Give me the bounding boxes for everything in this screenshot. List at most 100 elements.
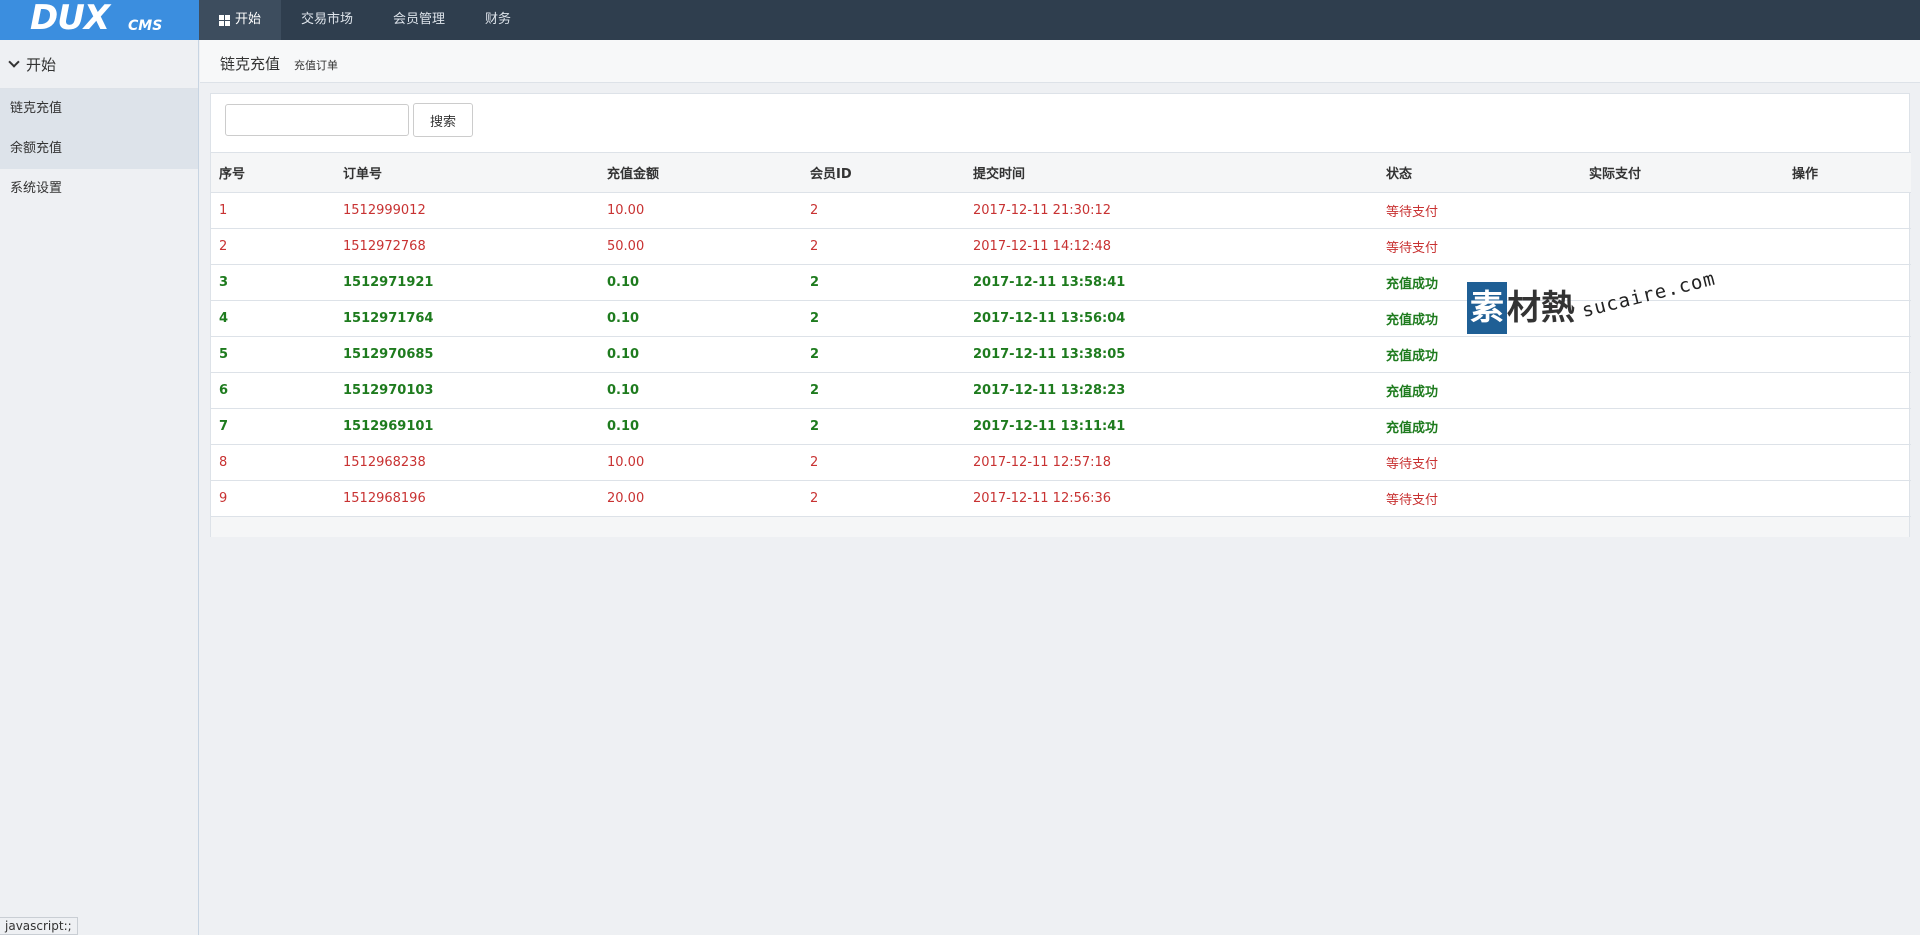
cell-submit-time: 2017-12-11 14:12:48 [965, 228, 1378, 265]
cell-actions [1784, 228, 1911, 265]
sidebar-heading[interactable]: 开始 [0, 40, 198, 89]
page-title: 链克充值 [220, 55, 281, 73]
search-button[interactable]: 搜索 [413, 103, 473, 137]
cell-member-id: 2 [802, 300, 965, 337]
cell-submit-time: 2017-12-11 12:56:36 [965, 480, 1378, 517]
sidebar-item-system-settings[interactable]: 系统设置 [0, 169, 198, 209]
sidebar-item-link-recharge[interactable]: 链克充值 [0, 89, 198, 129]
page-subtitle: 充值订单 [294, 59, 339, 72]
cell-index: 5 [211, 336, 335, 373]
cell-actions [1784, 444, 1911, 481]
table-row: 8 1512968238 10.00 2 2017-12-11 12:57:18… [211, 444, 1911, 481]
cell-member-id: 2 [802, 228, 965, 265]
nav-item-label: 交易市场 [301, 12, 354, 27]
sidebar-item-label: 链克充值 [10, 101, 63, 116]
column-header-status: 状态 [1378, 152, 1581, 193]
cell-order-no: 1512972768 [335, 228, 599, 265]
nav-item-members[interactable]: 会员管理 [373, 0, 465, 40]
cell-actual-paid [1581, 228, 1784, 265]
cell-status: 充值成功 [1378, 408, 1581, 445]
logo-subtext: CMS [128, 18, 163, 34]
cell-index: 4 [211, 300, 335, 337]
table-body: 1 1512999012 10.00 2 2017-12-11 21:30:12… [211, 192, 1911, 517]
nav-item-label: 开始 [235, 12, 262, 27]
watermark-text: 材熱 [1507, 288, 1575, 328]
cell-submit-time: 2017-12-11 13:28:23 [965, 372, 1378, 409]
cell-member-id: 2 [802, 336, 965, 373]
cell-actions [1784, 336, 1911, 373]
cell-amount: 10.00 [599, 192, 802, 229]
cell-submit-time: 2017-12-11 13:38:05 [965, 336, 1378, 373]
cell-submit-time: 2017-12-11 12:57:18 [965, 444, 1378, 481]
cell-actual-paid [1581, 372, 1784, 409]
cell-actions [1784, 264, 1911, 301]
cell-amount: 0.10 [599, 336, 802, 373]
cell-order-no: 1512971764 [335, 300, 599, 337]
column-header-order-no: 订单号 [335, 152, 599, 193]
table-row: 7 1512969101 0.10 2 2017-12-11 13:11:41 … [211, 408, 1911, 445]
browser-status-bar: javascript:; [0, 917, 78, 935]
watermark: 素 材熱 sucaire.com [1467, 268, 1727, 352]
cell-amount: 0.10 [599, 300, 802, 337]
cell-amount: 10.00 [599, 444, 802, 481]
table-footer [211, 517, 1909, 537]
nav-item-market[interactable]: 交易市场 [281, 0, 373, 40]
cell-index: 6 [211, 372, 335, 409]
cell-order-no: 1512999012 [335, 192, 599, 229]
cell-order-no: 1512968196 [335, 480, 599, 517]
column-header-actual-paid: 实际支付 [1581, 152, 1784, 193]
cell-order-no: 1512970103 [335, 372, 599, 409]
search-bar: 搜索 [211, 94, 1909, 152]
nav-item-start[interactable]: 开始 [199, 0, 282, 40]
cell-index: 1 [211, 192, 335, 229]
cell-amount: 0.10 [599, 264, 802, 301]
cell-index: 2 [211, 228, 335, 265]
cell-amount: 20.00 [599, 480, 802, 517]
logo-text: DUX [30, 0, 110, 38]
cell-order-no: 1512969101 [335, 408, 599, 445]
search-input[interactable] [225, 104, 409, 136]
cell-member-id: 2 [802, 480, 965, 517]
watermark-glyph: 素 [1467, 282, 1507, 334]
main-content: 链克充值 充值订单 搜索 序号 订单号 充值金额 会员ID 提交时间 状态 实际… [200, 40, 1920, 935]
nav-item-label: 财务 [485, 12, 512, 27]
top-nav: 开始 交易市场 会员管理 财务 [199, 0, 531, 40]
table-row: 1 1512999012 10.00 2 2017-12-11 21:30:12… [211, 192, 1911, 229]
cell-actual-paid [1581, 444, 1784, 481]
cell-index: 3 [211, 264, 335, 301]
nav-item-label: 会员管理 [393, 12, 446, 27]
table-header-row: 序号 订单号 充值金额 会员ID 提交时间 状态 实际支付 操作 [211, 152, 1911, 193]
cell-amount: 50.00 [599, 228, 802, 265]
cell-actual-paid [1581, 480, 1784, 517]
logo[interactable]: DUX CMS [0, 0, 199, 40]
cell-actual-paid [1581, 192, 1784, 229]
top-bar: DUX CMS 开始 交易市场 会员管理 财务 [0, 0, 1920, 40]
cell-order-no: 1512968238 [335, 444, 599, 481]
column-header-actions: 操作 [1784, 152, 1911, 193]
cell-submit-time: 2017-12-11 13:56:04 [965, 300, 1378, 337]
nav-item-finance[interactable]: 财务 [465, 0, 531, 40]
table-row: 2 1512972768 50.00 2 2017-12-11 14:12:48… [211, 228, 1911, 265]
cell-index: 8 [211, 444, 335, 481]
cell-status: 充值成功 [1378, 372, 1581, 409]
sidebar-item-balance-recharge[interactable]: 余额充值 [0, 129, 198, 169]
column-header-member-id: 会员ID [802, 152, 965, 193]
cell-status: 等待支付 [1378, 192, 1581, 229]
column-header-amount: 充值金额 [599, 152, 802, 193]
sidebar-item-label: 系统设置 [10, 181, 63, 196]
cell-member-id: 2 [802, 264, 965, 301]
table-row: 9 1512968196 20.00 2 2017-12-11 12:56:36… [211, 480, 1911, 517]
cell-member-id: 2 [802, 408, 965, 445]
sidebar: 开始 链克充值 余额充值 系统设置 [0, 40, 199, 935]
cell-member-id: 2 [802, 444, 965, 481]
cell-amount: 0.10 [599, 408, 802, 445]
cell-actions [1784, 408, 1911, 445]
column-header-submit-time: 提交时间 [965, 152, 1378, 193]
cell-member-id: 2 [802, 372, 965, 409]
cell-submit-time: 2017-12-11 13:58:41 [965, 264, 1378, 301]
cell-amount: 0.10 [599, 372, 802, 409]
cell-status: 等待支付 [1378, 444, 1581, 481]
chevron-down-icon [8, 56, 20, 68]
windows-icon [219, 14, 230, 26]
cell-actions [1784, 480, 1911, 517]
